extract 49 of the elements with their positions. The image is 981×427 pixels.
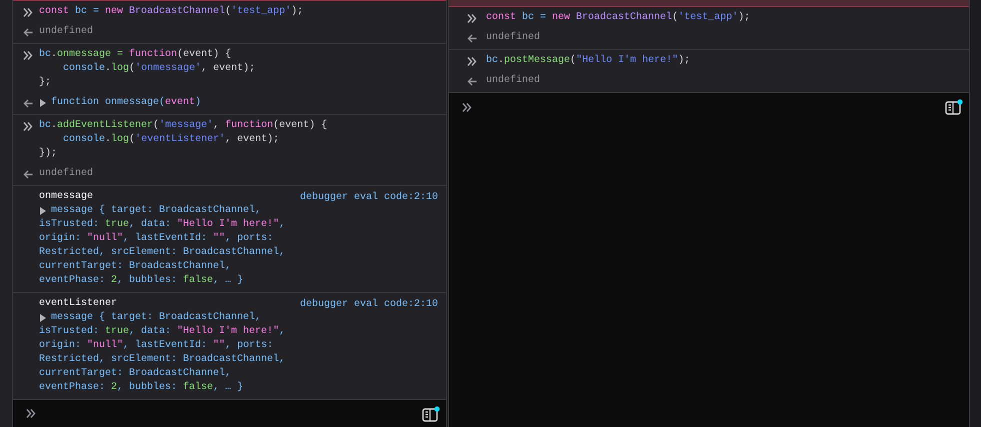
prompt-chevron-icon [467, 56, 477, 66]
result-arrow-icon [467, 34, 477, 42]
code-line: const bc = new BroadcastChannel('test_app'); [39, 5, 304, 19]
code-line: }; [39, 76, 52, 90]
sidebar-toggle-button[interactable] [422, 406, 440, 422]
result-arrow-icon [23, 28, 33, 36]
object-preview-line: currentTarget: BroadcastChannel, [39, 260, 232, 274]
undefined-result: undefined [486, 31, 540, 45]
object-preview-line: currentTarget: BroadcastChannel, [39, 367, 232, 381]
object-preview-line: message { target: BroadcastChannel, [51, 311, 262, 325]
object-preview-line: isTrusted: true, data: "Hello I'm here!", [39, 325, 286, 339]
object-preview-line: isTrusted: true, data: "Hello I'm here!", [39, 218, 286, 232]
sidebar-icon [945, 99, 963, 115]
prompt-chevron-icon [462, 103, 472, 112]
undefined-result: undefined [39, 167, 94, 181]
sidebar-icon [422, 406, 440, 422]
result-arrow-icon [23, 98, 33, 108]
code-line: }); [39, 147, 58, 161]
prompt-chevron-icon [26, 409, 36, 418]
undefined-result: undefined [486, 74, 540, 88]
object-preview-line: origin: "null", lastEventId: "", ports: [39, 339, 274, 353]
expand-triangle-icon[interactable] [39, 314, 47, 322]
object-preview-line: origin: "null", lastEventId: "", ports: [39, 232, 274, 246]
log-label: onmessage [39, 190, 94, 204]
code-line: bc.addEventListener('message', function(event) { [39, 119, 328, 133]
prompt-chevron-icon [23, 50, 33, 60]
log-label: eventListener [39, 297, 118, 311]
expand-triangle-icon[interactable] [39, 99, 47, 107]
source-link[interactable]: debugger eval code:2:10 [300, 192, 446, 202]
source-link[interactable]: debugger eval code:2:10 [300, 298, 446, 310]
function-result: function onmessage(event) [51, 96, 202, 110]
result-arrow-icon [23, 170, 33, 178]
object-preview-line: Restricted, srcElement: BroadcastChannel, [39, 246, 286, 260]
sidebar-toggle-button[interactable] [945, 99, 963, 115]
code-line: console.log('onmessage', event); [62, 62, 256, 76]
object-preview-line: eventPhase: 2, bubbles: false, … } [39, 274, 244, 288]
prompt-chevron-icon [23, 8, 33, 16]
object-preview-line: eventPhase: 2, bubbles: false, … } [39, 381, 244, 395]
code-line: console.log('eventListener', event); [62, 133, 280, 147]
code-line: bc.postMessage("Hello I'm here!"); [486, 54, 690, 68]
result-arrow-icon [467, 76, 477, 86]
code-line: bc.onmessage = function(event) { [39, 48, 232, 62]
prompt-chevron-icon [467, 14, 477, 22]
object-preview-line: Restricted, srcElement: BroadcastChannel, [39, 353, 286, 367]
undefined-result: undefined [39, 25, 94, 39]
prompt-chevron-icon [23, 122, 33, 130]
object-preview-line: message { target: BroadcastChannel, [51, 204, 262, 218]
expand-triangle-icon[interactable] [39, 207, 47, 215]
code-line: const bc = new BroadcastChannel('test_app'); [486, 11, 750, 25]
